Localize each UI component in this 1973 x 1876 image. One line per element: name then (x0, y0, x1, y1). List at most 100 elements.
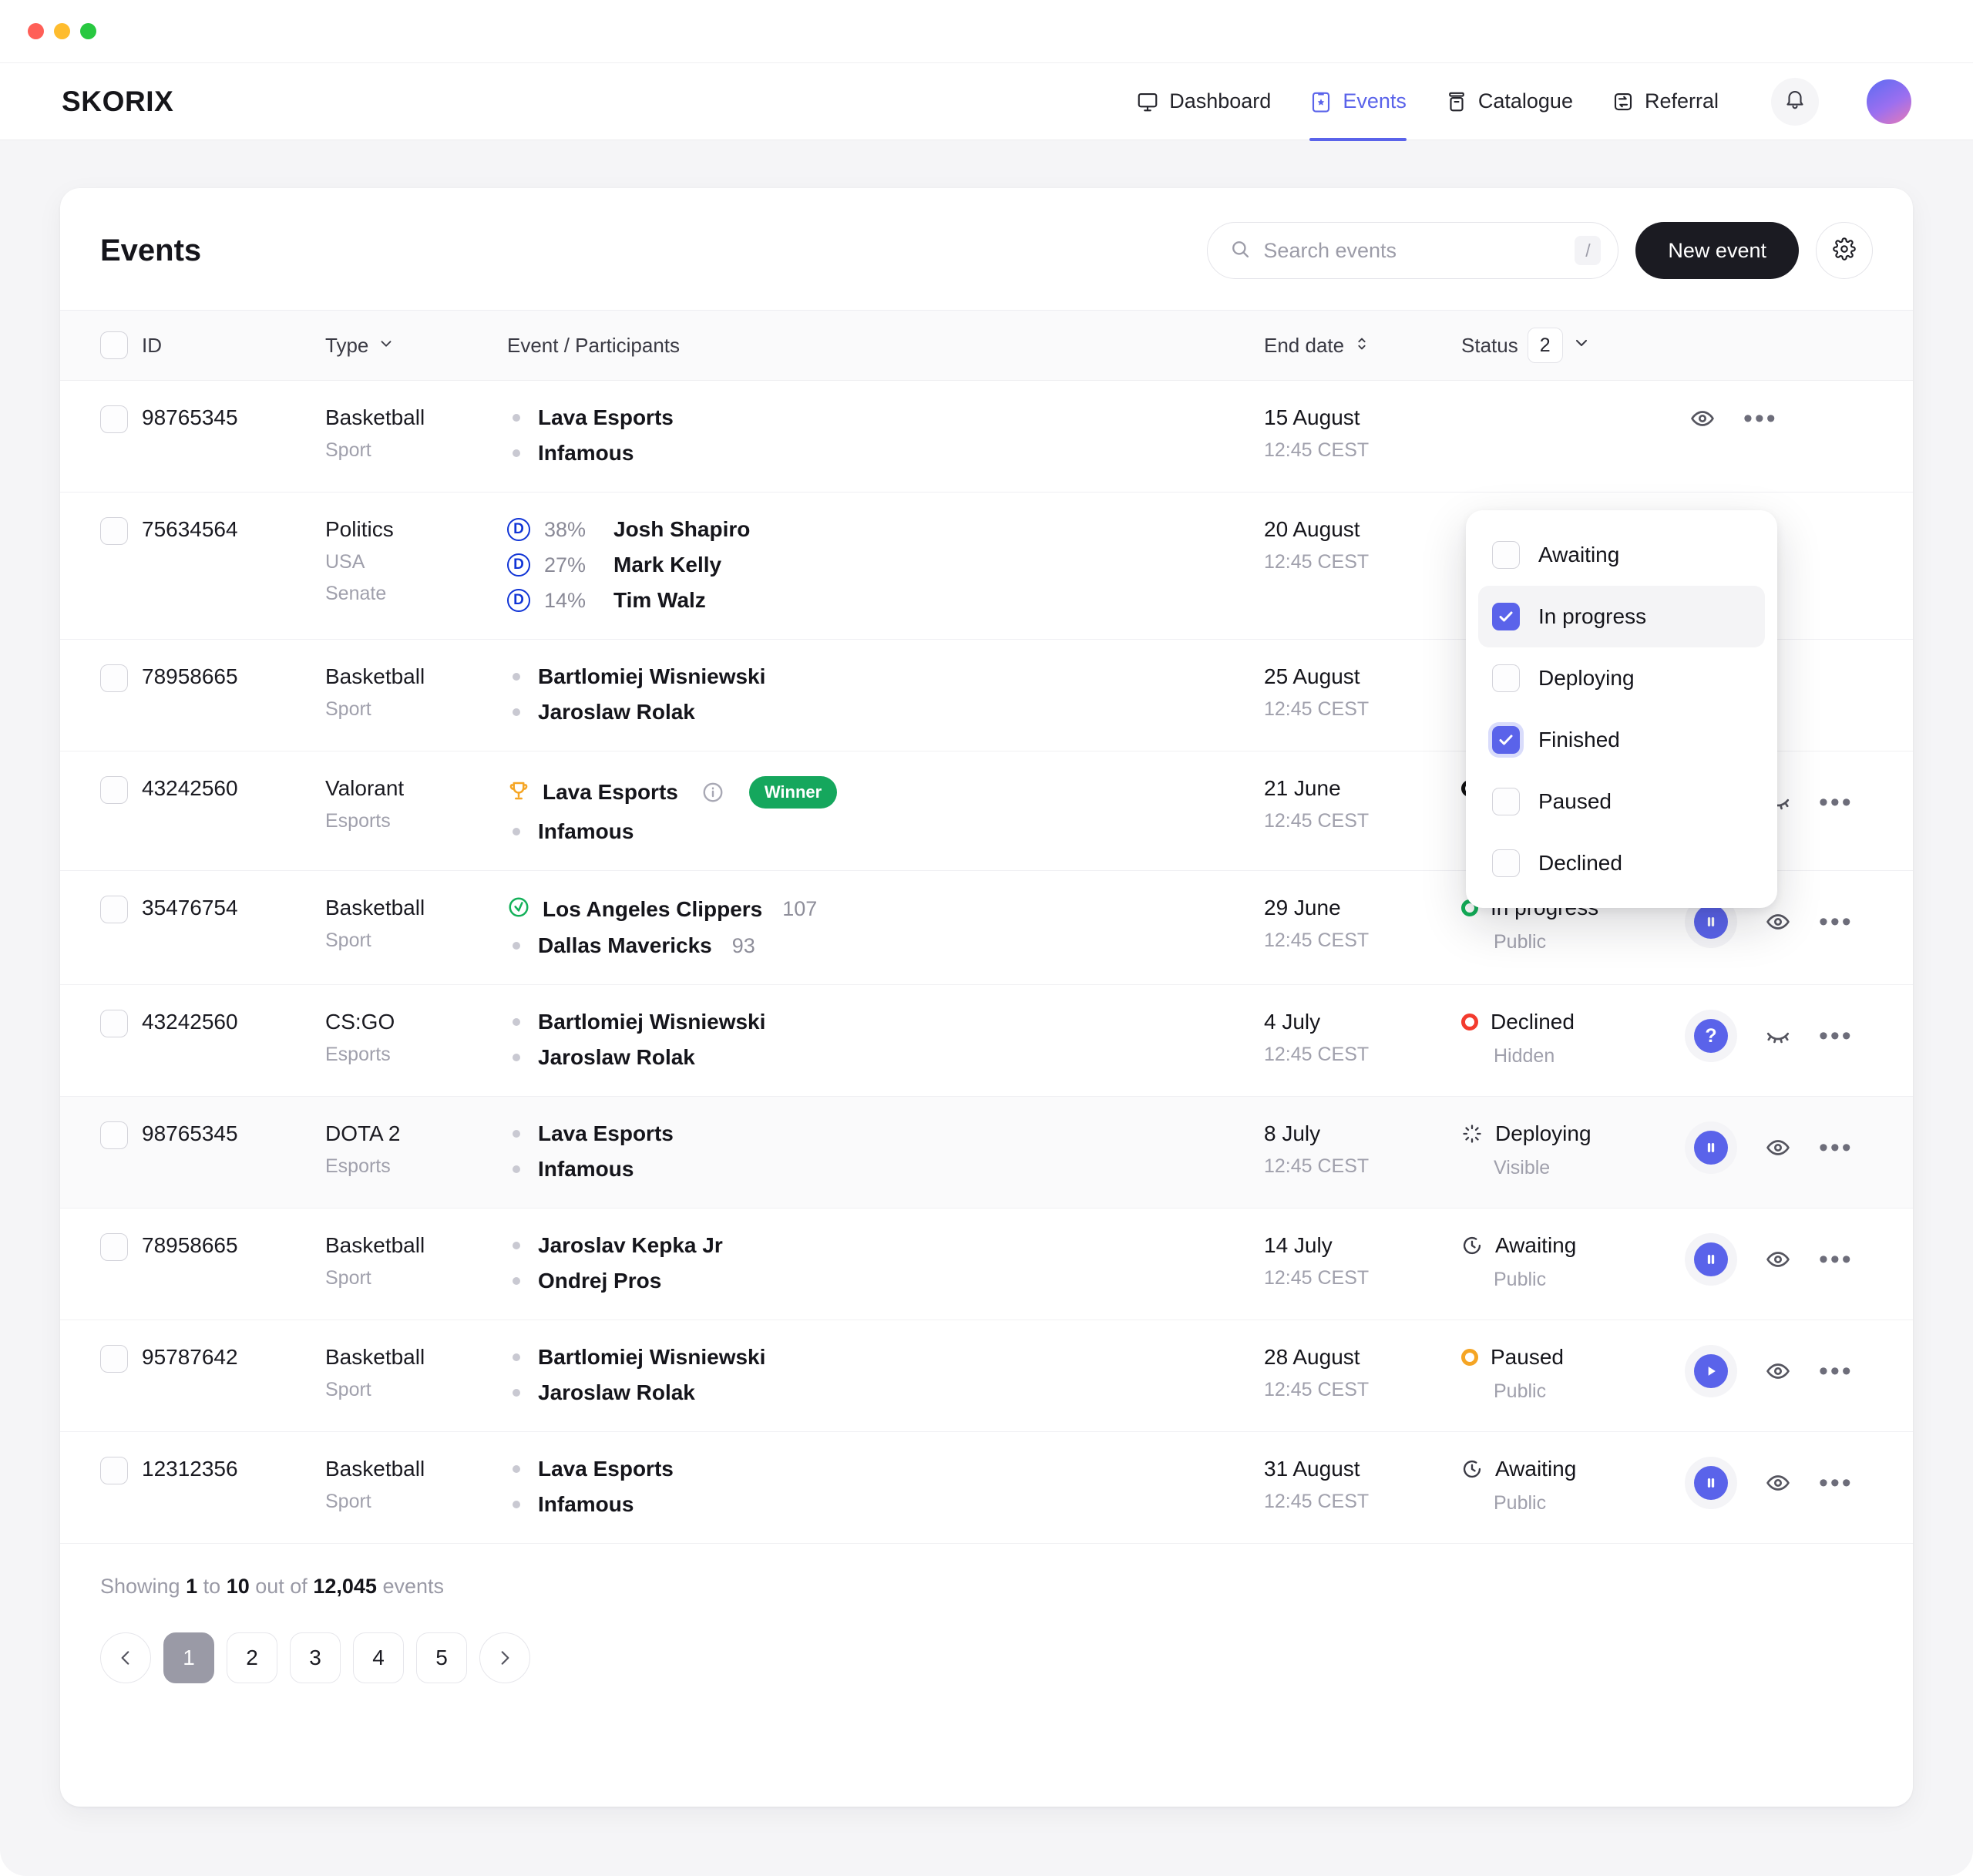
table-row[interactable]: 95787642 Basketball Sport Bartlomiej Wisnie… (60, 1320, 1913, 1432)
row-checkbox[interactable] (100, 664, 128, 692)
row-checkbox[interactable] (100, 896, 128, 923)
search-box[interactable]: / (1207, 222, 1619, 279)
cell-type: Politics USA Senate (325, 493, 507, 640)
status-option-finished[interactable]: Finished (1478, 709, 1765, 771)
avatar[interactable] (1867, 79, 1911, 124)
status-option-awaiting[interactable]: Awaiting (1478, 524, 1765, 586)
row-checkbox[interactable] (100, 1233, 128, 1261)
event-id: 95787642 (142, 1345, 238, 1369)
row-checkbox[interactable] (100, 1121, 128, 1149)
table-row[interactable]: 12312356 Basketball Sport Lava Esports Infam… (60, 1432, 1913, 1544)
pagination-page-2[interactable]: 2 (227, 1632, 277, 1683)
eye-icon[interactable] (1760, 1470, 1796, 1496)
table-row[interactable]: 98765345 DOTA 2 Esports Lava Esports Infamou… (60, 1096, 1913, 1209)
select-all-checkbox[interactable] (100, 331, 128, 359)
help-action-button[interactable]: ? (1685, 1010, 1737, 1062)
cell-type: Valorant Esports (325, 751, 507, 871)
notifications-button[interactable] (1771, 77, 1819, 126)
row-checkbox[interactable] (100, 1457, 128, 1484)
row-actions: ••• (1685, 1121, 1913, 1174)
nav-item-dashboard[interactable]: Dashboard (1136, 63, 1271, 140)
row-more-menu-icon[interactable]: ••• (1819, 789, 1854, 815)
pagination-page-3[interactable]: 3 (290, 1632, 341, 1683)
bullet-icon (513, 1389, 520, 1397)
search-input[interactable] (1263, 238, 1563, 263)
row-more-menu-icon[interactable]: ••• (1819, 909, 1854, 935)
app-logo[interactable]: SKORIX (62, 86, 173, 118)
row-more-menu-icon[interactable]: ••• (1743, 405, 1778, 432)
minimize-window-button[interactable] (54, 23, 70, 39)
table-row[interactable]: 78958665 Basketball Sport Jaroslav Kepka Jr… (60, 1209, 1913, 1320)
column-header-id[interactable]: ID (142, 310, 325, 381)
participant-name: Infamous (538, 1492, 634, 1516)
chevron-down-icon[interactable] (1572, 334, 1591, 358)
row-checkbox[interactable] (100, 1345, 128, 1373)
pause-action-button[interactable] (1685, 1121, 1737, 1174)
status-option-paused[interactable]: Paused (1478, 771, 1765, 832)
eye-off-icon[interactable] (1760, 1023, 1796, 1049)
close-window-button[interactable] (28, 23, 44, 39)
row-checkbox[interactable] (100, 1010, 128, 1037)
cell-status: Deploying Visible (1461, 1097, 1685, 1209)
row-more-menu-icon[interactable]: ••• (1819, 1135, 1854, 1161)
column-header-end-date[interactable]: End date (1264, 310, 1461, 381)
row-checkbox[interactable] (100, 517, 128, 545)
sort-updown-icon (1353, 334, 1370, 358)
eye-icon[interactable] (1760, 1246, 1796, 1273)
end-date: 4 July (1264, 1010, 1321, 1034)
nav-item-referral[interactable]: Referral (1612, 63, 1719, 140)
status-option-checkbox[interactable] (1492, 664, 1520, 692)
row-checkbox[interactable] (100, 405, 128, 433)
zoom-window-button[interactable] (80, 23, 96, 39)
row-select-cell (60, 1320, 142, 1432)
pagination-next-button[interactable] (479, 1632, 530, 1683)
participant-row: D 27% Mark Kelly (507, 553, 1264, 577)
resume-action-button[interactable] (1685, 1345, 1737, 1397)
status-option-checkbox[interactable] (1492, 603, 1520, 630)
column-header-status[interactable]: Status 2 (1461, 310, 1685, 381)
cell-end-date: 31 August 12:45 CEST (1264, 1432, 1461, 1544)
row-more-menu-icon[interactable]: ••• (1819, 1023, 1854, 1049)
pagination-prev-button[interactable] (100, 1632, 151, 1683)
nav-links: Dashboard Events Catalogue Referral (1136, 63, 1911, 141)
row-more-menu-icon[interactable]: ••• (1819, 1246, 1854, 1273)
info-icon[interactable] (701, 781, 724, 804)
cell-participants: Lava Esports Infamous (507, 381, 1264, 493)
participant-name: Josh Shapiro (613, 517, 751, 541)
status-option-in-progress[interactable]: In progress (1478, 586, 1765, 647)
status-option-declined[interactable]: Declined (1478, 832, 1765, 894)
pause-action-button[interactable] (1685, 1233, 1737, 1286)
participants-list: Lava Esports Winner Infamous (507, 776, 1264, 844)
participant-row: Infamous (507, 1492, 1264, 1517)
status-option-checkbox[interactable] (1492, 726, 1520, 754)
nav-label-catalogue: Catalogue (1477, 89, 1573, 113)
row-more-menu-icon[interactable]: ••• (1819, 1358, 1854, 1384)
status-option-checkbox[interactable] (1492, 849, 1520, 877)
row-checkbox[interactable] (100, 776, 128, 804)
new-event-button[interactable]: New event (1635, 222, 1799, 279)
status-option-deploying[interactable]: Deploying (1478, 647, 1765, 709)
event-category: Esports (325, 1044, 391, 1065)
row-actions: ••• (1685, 1345, 1913, 1397)
pagination-page-5[interactable]: 5 (416, 1632, 467, 1683)
pagination-page-4[interactable]: 4 (353, 1632, 404, 1683)
pagination-page-1[interactable]: 1 (163, 1632, 214, 1683)
participant-row: Lava Esports (507, 1457, 1264, 1481)
pause-action-button[interactable] (1685, 1457, 1737, 1509)
eye-icon[interactable] (1760, 1135, 1796, 1161)
table-row[interactable]: 98765345 Basketball Sport Lava Esports Infam… (60, 381, 1913, 493)
table-settings-button[interactable] (1816, 222, 1873, 279)
status-option-checkbox[interactable] (1492, 541, 1520, 569)
eye-icon[interactable] (1685, 405, 1720, 432)
row-more-menu-icon[interactable]: ••• (1819, 1470, 1854, 1496)
nav-item-events[interactable]: Events (1309, 63, 1407, 141)
event-id: 35476754 (142, 896, 238, 920)
participant-row: Ondrej Pros (507, 1269, 1264, 1293)
column-header-type[interactable]: Type (325, 310, 507, 381)
eye-icon[interactable] (1760, 909, 1796, 935)
eye-icon[interactable] (1760, 1358, 1796, 1384)
nav-item-catalogue[interactable]: Catalogue (1445, 63, 1573, 140)
status-option-checkbox[interactable] (1492, 788, 1520, 815)
table-row[interactable]: 43242560 CS:GO Esports Bartlomiej Wisniewsk… (60, 985, 1913, 1097)
event-id: 75634564 (142, 517, 238, 541)
